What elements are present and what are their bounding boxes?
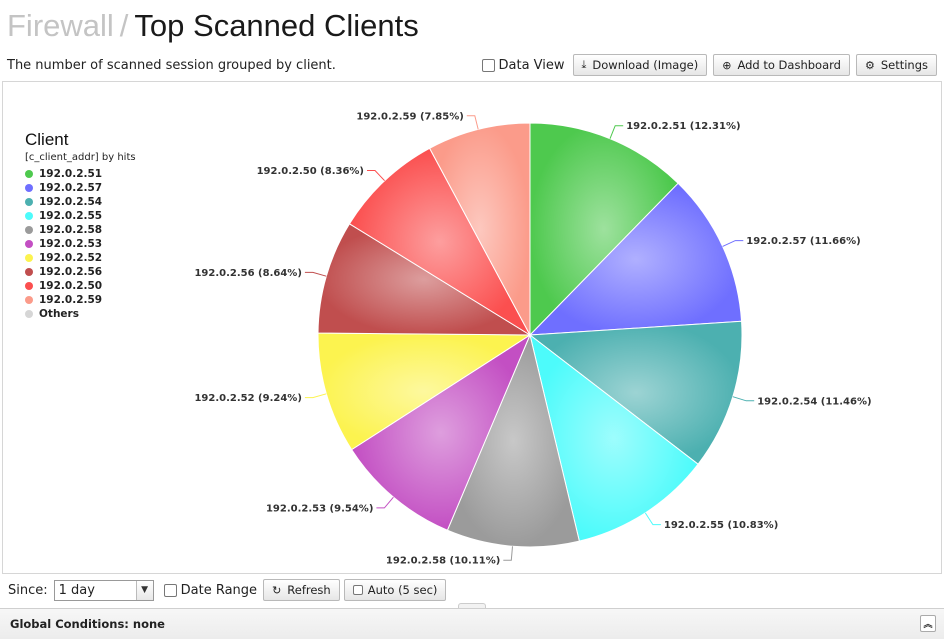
breadcrumb-separator: / bbox=[119, 8, 129, 43]
slice-label: 192.0.2.58 (10.11%) bbox=[386, 556, 500, 567]
since-select[interactable]: 1 day ▼ bbox=[53, 579, 154, 601]
slice-label: 192.0.2.52 (9.24%) bbox=[194, 393, 301, 404]
settings-button[interactable]: ⚙ Settings bbox=[855, 54, 937, 76]
page-title-bar: Firewall / Top Scanned Clients bbox=[7, 8, 419, 48]
slice-connector bbox=[644, 512, 661, 526]
slice-label: 192.0.2.57 (11.66%) bbox=[746, 236, 860, 247]
chevron-down-icon[interactable]: ▼ bbox=[135, 580, 153, 600]
slice-connector bbox=[376, 496, 394, 509]
date-range-checkbox[interactable] bbox=[163, 583, 177, 597]
download-icon: ⤓ bbox=[581, 58, 587, 71]
slice-label: 192.0.2.51 (12.31%) bbox=[626, 121, 740, 132]
refresh-icon: ↻ bbox=[272, 583, 282, 597]
auto-refresh-button[interactable]: Auto (5 sec) bbox=[343, 579, 447, 601]
slice-label: 192.0.2.56 (8.64%) bbox=[194, 268, 301, 279]
toolbar: Data View ⤓ Download (Image) ⊕ Add to Da… bbox=[481, 54, 937, 76]
settings-label: Settings bbox=[880, 58, 928, 72]
global-conditions-bar[interactable]: Global Conditions: none ︽ bbox=[0, 608, 944, 639]
refresh-label: Refresh bbox=[287, 583, 331, 597]
slice-connector bbox=[732, 396, 755, 402]
data-view-toggle[interactable]: Data View bbox=[481, 57, 565, 73]
data-view-label: Data View bbox=[498, 57, 565, 73]
slice-label: 192.0.2.59 (7.85%) bbox=[356, 111, 463, 122]
chart-panel: Client [c_client_addr] by hits 192.0.2.5… bbox=[2, 81, 942, 574]
slice-connector bbox=[367, 170, 385, 182]
add-to-dashboard-button[interactable]: ⊕ Add to Dashboard bbox=[713, 54, 850, 76]
download-image-button[interactable]: ⤓ Download (Image) bbox=[572, 54, 708, 76]
pie-chart: 192.0.2.51 (12.31%) 192.0.2.57 (11.66%) 19… bbox=[194, 111, 871, 567]
page-title: Top Scanned Clients bbox=[134, 8, 419, 43]
date-range-label: Date Range bbox=[180, 582, 258, 598]
gear-icon: ⚙ bbox=[864, 58, 875, 72]
slice-label: 192.0.2.54 (11.46%) bbox=[757, 396, 871, 407]
auto-refresh-checkbox[interactable] bbox=[352, 585, 363, 595]
auto-refresh-label: Auto (5 sec) bbox=[367, 583, 438, 597]
data-view-checkbox[interactable] bbox=[481, 58, 495, 72]
slice-connector bbox=[722, 240, 744, 247]
plus-circle-icon: ⊕ bbox=[722, 58, 732, 72]
breadcrumb-firewall[interactable]: Firewall bbox=[7, 8, 114, 43]
refresh-button[interactable]: ↻ Refresh bbox=[263, 579, 340, 601]
download-image-label: Download (Image) bbox=[592, 58, 699, 72]
slice-connector bbox=[304, 393, 327, 399]
slice-label: 192.0.2.50 (8.36%) bbox=[257, 166, 364, 177]
time-controls-bar: Since: 1 day ▼ Date Range ↻ Refresh Auto… bbox=[0, 576, 944, 604]
page-description: The number of scanned session grouped by… bbox=[7, 58, 336, 73]
slice-connector bbox=[503, 546, 513, 561]
slice-connector bbox=[609, 125, 624, 139]
slice-label: 192.0.2.53 (9.54%) bbox=[266, 503, 373, 514]
expand-up-icon[interactable]: ︽ bbox=[920, 615, 936, 632]
since-select-value: 1 day bbox=[58, 582, 95, 598]
since-label: Since: bbox=[8, 582, 48, 598]
slice-label: 192.0.2.55 (10.83%) bbox=[664, 520, 778, 531]
slice-connector bbox=[304, 271, 327, 277]
slice-connector bbox=[466, 115, 479, 130]
global-conditions-label: Global Conditions: none bbox=[10, 617, 165, 631]
date-range-toggle[interactable]: Date Range bbox=[163, 582, 258, 598]
add-to-dashboard-label: Add to Dashboard bbox=[737, 58, 841, 72]
